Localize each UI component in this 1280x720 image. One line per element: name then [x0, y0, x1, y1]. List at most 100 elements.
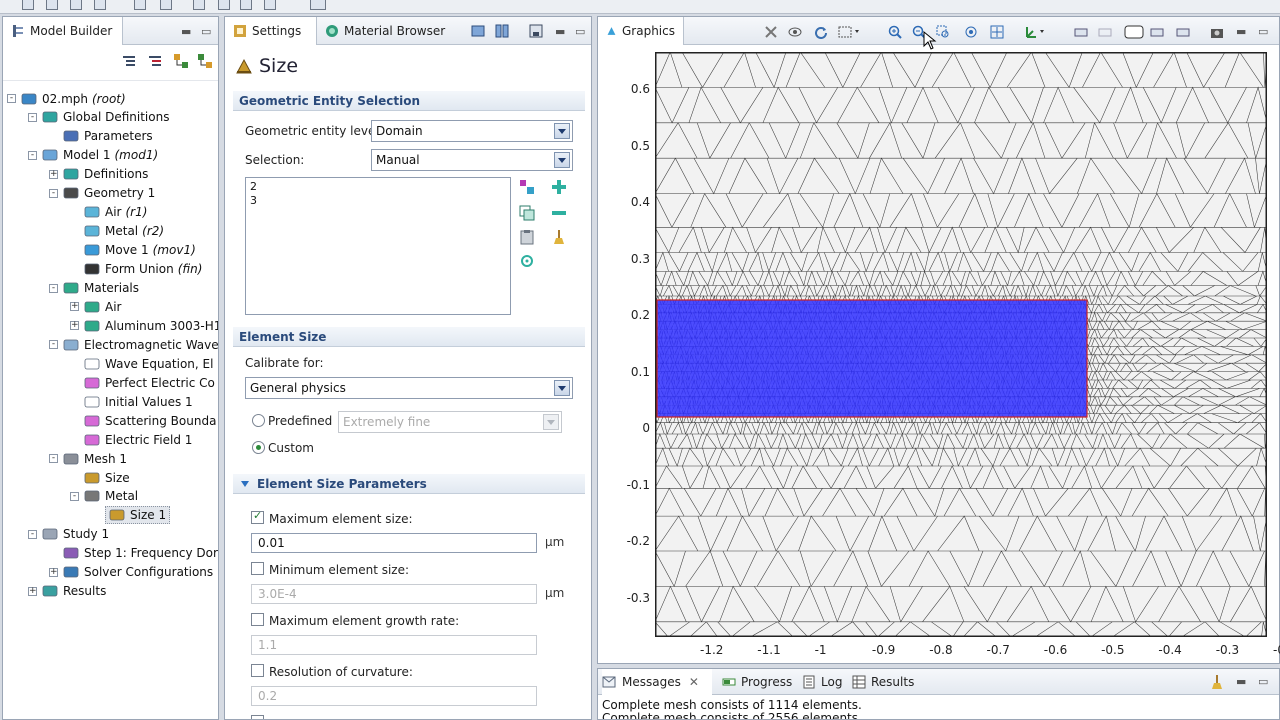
collapse-all-icon[interactable] — [147, 53, 163, 69]
collapse-icon[interactable]: - — [7, 94, 16, 103]
zoom-selection-icon[interactable] — [964, 25, 978, 39]
active-toggle-icon[interactable] — [519, 179, 535, 195]
graphics-maximize-icon[interactable]: ▭ — [1258, 25, 1268, 38]
open-file-icon[interactable] — [46, 0, 58, 10]
view-icon[interactable] — [788, 25, 802, 39]
maximize-icon[interactable]: ▭ — [201, 25, 211, 38]
tab-progress[interactable]: Progress — [722, 669, 792, 695]
scene-light-icon[interactable] — [1074, 25, 1088, 39]
tree-solver-configs[interactable]: + Solver Configurations — [49, 563, 213, 582]
growth-rate-checkbox[interactable] — [251, 613, 264, 626]
paste-selection-icon[interactable] — [519, 229, 535, 245]
select-mode-icon[interactable] — [838, 25, 862, 39]
min-size-checkbox[interactable] — [251, 562, 264, 575]
build-all-icon[interactable] — [495, 24, 509, 38]
selection-item[interactable]: 2 — [250, 180, 506, 194]
layout-icon[interactable] — [264, 0, 276, 10]
tree-em-waves[interactable]: - Electromagnetic Wave — [49, 335, 218, 354]
clear-messages-icon[interactable] — [1210, 674, 1224, 690]
tree-move-1[interactable]: Move 1 (mov1) — [84, 241, 196, 260]
zoom-to-selection-icon[interactable] — [519, 253, 535, 269]
tree-mesh-size[interactable]: Size — [84, 468, 130, 487]
add-to-selection-icon[interactable] — [551, 179, 567, 195]
tree-material-aluminum[interactable]: + Aluminum 3003-H1 — [70, 316, 218, 335]
ruler-icon[interactable] — [310, 0, 326, 10]
build-selected-icon[interactable] — [471, 24, 485, 38]
help-icon[interactable] — [193, 0, 205, 10]
wireframe-icon[interactable] — [1098, 25, 1112, 39]
save-settings-icon[interactable] — [529, 24, 543, 38]
tree-root[interactable]: - 02.mph (root) — [7, 89, 126, 108]
tree-metal-rect[interactable]: Metal (r2) — [84, 222, 164, 241]
collapse-icon[interactable]: - — [28, 112, 37, 122]
remove-from-selection-icon[interactable] — [551, 205, 567, 221]
new-file-icon[interactable] — [22, 0, 34, 10]
tree-materials[interactable]: - Materials — [49, 279, 139, 298]
tree-results[interactable]: + Results — [28, 582, 106, 601]
growth-rate-input[interactable]: 1.1 — [251, 635, 537, 655]
tree-step-1[interactable]: Step 1: Frequency Dor — [63, 544, 218, 563]
close-icon[interactable]: ✕ — [689, 675, 699, 689]
clear-selection-icon[interactable] — [551, 229, 567, 245]
collapse-icon[interactable]: - — [49, 188, 58, 198]
save-icon[interactable] — [70, 0, 82, 10]
settings-maximize-icon[interactable]: ▭ — [575, 25, 585, 38]
curvature-input[interactable]: 0.2 — [251, 686, 537, 706]
camera-icon[interactable] — [1210, 25, 1224, 39]
tree-wave-equation[interactable]: Wave Equation, El — [84, 354, 213, 373]
settings-minimize-icon[interactable]: ▬ — [555, 25, 565, 38]
tree-collapse-icon[interactable] — [197, 53, 213, 69]
tab-messages[interactable]: Messages ✕ — [602, 669, 712, 695]
tree-electric-field[interactable]: Electric Field 1 — [84, 430, 192, 449]
max-size-checkbox[interactable] — [251, 509, 264, 524]
redo-icon[interactable] — [160, 0, 172, 10]
tree-model-1[interactable]: - Model 1 (mod1) — [28, 146, 158, 165]
section-element-size-parameters[interactable]: Element Size Parameters — [233, 474, 585, 494]
show-more-icon[interactable] — [121, 53, 137, 69]
copy-selection-icon[interactable] — [519, 205, 535, 221]
axes-icon[interactable] — [1024, 25, 1048, 39]
predefined-radio[interactable] — [252, 414, 265, 427]
collapse-icon[interactable]: - — [49, 283, 58, 293]
predefined-select[interactable]: Extremely fine — [338, 411, 562, 433]
mesh-plot[interactable] — [655, 52, 1267, 637]
narrow-regions-checkbox[interactable] — [251, 715, 264, 719]
expand-icon[interactable]: + — [49, 567, 58, 577]
expand-icon[interactable]: + — [70, 302, 79, 312]
expand-icon[interactable]: + — [28, 586, 37, 596]
grid-toggle-icon[interactable] — [1150, 25, 1164, 39]
selection-item[interactable]: 3 — [250, 194, 506, 208]
refresh-icon[interactable] — [814, 25, 828, 39]
collapse-icon[interactable]: - — [70, 491, 79, 501]
tree-definitions[interactable]: + Definitions — [49, 165, 148, 184]
tree-expand-icon[interactable] — [173, 53, 189, 69]
save-as-icon[interactable] — [94, 0, 106, 10]
geo-level-select[interactable]: Domain — [371, 120, 573, 142]
tree-size-1[interactable]: Size 1 — [105, 506, 171, 525]
collapse-icon[interactable]: - — [28, 150, 37, 160]
zoom-in-icon[interactable] — [888, 25, 902, 39]
windows-icon[interactable] — [240, 0, 252, 10]
collapse-icon[interactable]: - — [49, 454, 58, 464]
tree-form-union[interactable]: Form Union (fin) — [84, 260, 202, 279]
curvature-checkbox[interactable] — [251, 664, 264, 677]
tree-pec[interactable]: Perfect Electric Co — [84, 373, 215, 392]
tab-results[interactable]: Results — [852, 669, 914, 695]
tree-parameters[interactable]: Parameters — [63, 127, 153, 146]
transparency-icon[interactable] — [764, 25, 778, 39]
legend-toggle-icon[interactable] — [1176, 25, 1190, 39]
calibrate-select[interactable]: General physics — [245, 377, 573, 399]
render-mode-icon[interactable] — [1124, 25, 1144, 39]
selection-list[interactable]: 2 3 — [245, 177, 511, 315]
tree-initial-values[interactable]: Initial Values 1 — [84, 392, 193, 411]
collapse-icon[interactable]: - — [49, 340, 58, 350]
tree-scattering[interactable]: Scattering Bounda — [84, 411, 216, 430]
zoom-box-icon[interactable] — [936, 25, 950, 39]
tab-settings[interactable]: Settings — [225, 17, 317, 45]
tree-global-definitions[interactable]: - Global Definitions — [28, 108, 169, 127]
tree-study-1[interactable]: - Study 1 — [28, 525, 109, 544]
tree-air-rect[interactable]: Air (r1) — [84, 203, 147, 222]
minimize-icon[interactable]: ▬ — [181, 25, 191, 38]
collapse-icon[interactable]: - — [28, 529, 37, 539]
min-size-input[interactable]: 3.0E-4 — [251, 584, 537, 604]
